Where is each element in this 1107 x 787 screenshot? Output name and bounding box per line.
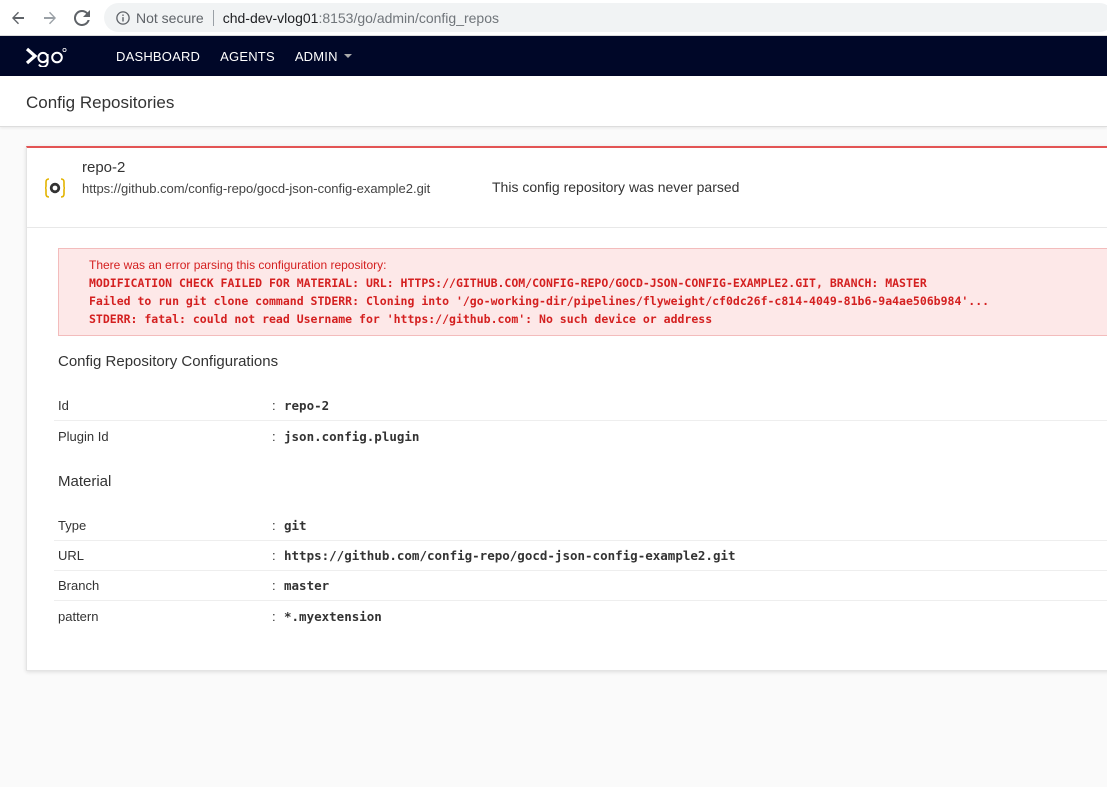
forward-button[interactable] (38, 6, 62, 30)
parse-status: This config repository was never parsed (492, 179, 740, 195)
address-bar[interactable]: Not secure chd-dev-vlog01:8153/go/admin/… (104, 3, 1107, 32)
error-intro: There was an error parsing this configur… (89, 258, 387, 272)
parse-error-alert: There was an error parsing this configur… (58, 248, 1107, 336)
nav-admin[interactable]: ADMIN (295, 49, 352, 64)
config-repo-card: repo-2 https://github.com/config-repo/go… (26, 146, 1107, 671)
nav-dashboard-label: DASHBOARD (116, 48, 201, 64)
row-key: Id (58, 398, 69, 413)
app-header: DASHBOARD AGENTS ADMIN (0, 36, 1107, 76)
arrow-left-icon (12, 11, 24, 25)
table-row: pattern : *.myextension (54, 601, 1107, 631)
json-plugin-icon (45, 178, 65, 198)
table-row: Id : repo-2 (54, 391, 1107, 421)
arrow-right-icon (44, 11, 56, 25)
back-button[interactable] (6, 6, 30, 30)
row-value: https://github.com/config-repo/gocd-json… (284, 548, 736, 563)
colon: : (272, 578, 276, 593)
row-value: *.myextension (284, 608, 382, 624)
reload-button[interactable] (70, 6, 94, 30)
page-title: Config Repositories (26, 93, 175, 112)
error-line: Failed to run git clone command STDERR: … (89, 294, 990, 308)
material-table: Type : git URL : https://github.com/conf… (54, 511, 1107, 631)
info-icon (116, 10, 130, 25)
row-key: URL (58, 548, 85, 563)
security-label: Not secure (136, 9, 204, 26)
material-section-title: Material (58, 473, 112, 490)
nav-dashboard[interactable]: DASHBOARD (116, 49, 200, 64)
row-key: Plugin Id (58, 428, 109, 444)
error-line: STDERR: fatal: could not read Username f… (89, 312, 713, 326)
colon: : (272, 428, 276, 444)
error-line: MODIFICATION CHECK FAILED FOR MATERIAL: … (89, 276, 927, 290)
row-key: Branch (58, 578, 100, 593)
repo-url: https://github.com/config-repo/gocd-json… (82, 181, 431, 196)
colon: : (272, 548, 276, 563)
chevron-down-icon (343, 54, 352, 58)
browser-toolbar: Not secure chd-dev-vlog01:8153/go/admin/… (0, 0, 1107, 36)
url-path: :8153/go/admin/config_repos (318, 9, 500, 26)
table-row: URL : https://github.com/config-repo/goc… (54, 541, 1107, 571)
config-section-title: Config Repository Configurations (58, 353, 279, 370)
row-key: pattern (58, 608, 99, 624)
page-header: Config Repositories (0, 76, 1107, 127)
table-row: Branch : master (54, 571, 1107, 601)
colon: : (272, 398, 276, 413)
divider (212, 9, 214, 26)
nav-admin-label: ADMIN (294, 48, 338, 64)
reload-icon (74, 10, 90, 26)
row-value: json.config.plugin (284, 428, 420, 444)
colon: : (272, 608, 276, 624)
config-repo-header[interactable]: repo-2 https://github.com/config-repo/go… (27, 148, 1107, 228)
row-value: repo-2 (284, 398, 330, 413)
repo-name: repo-2 (82, 159, 126, 176)
nav-agents-label: AGENTS (220, 48, 275, 64)
table-row: Type : git (54, 511, 1107, 541)
config-table: Id : repo-2 Plugin Id : json.config.plug… (54, 391, 1107, 451)
row-value: git (284, 518, 307, 533)
nav-agents[interactable]: AGENTS (220, 49, 275, 64)
gocd-logo-icon[interactable] (26, 45, 68, 67)
main-nav: DASHBOARD AGENTS ADMIN (116, 36, 372, 76)
url-host: chd-dev-vlog01 (222, 9, 319, 26)
row-key: Type (58, 518, 87, 533)
row-value: master (284, 578, 330, 593)
colon: : (272, 518, 276, 533)
table-row: Plugin Id : json.config.plugin (54, 421, 1107, 451)
